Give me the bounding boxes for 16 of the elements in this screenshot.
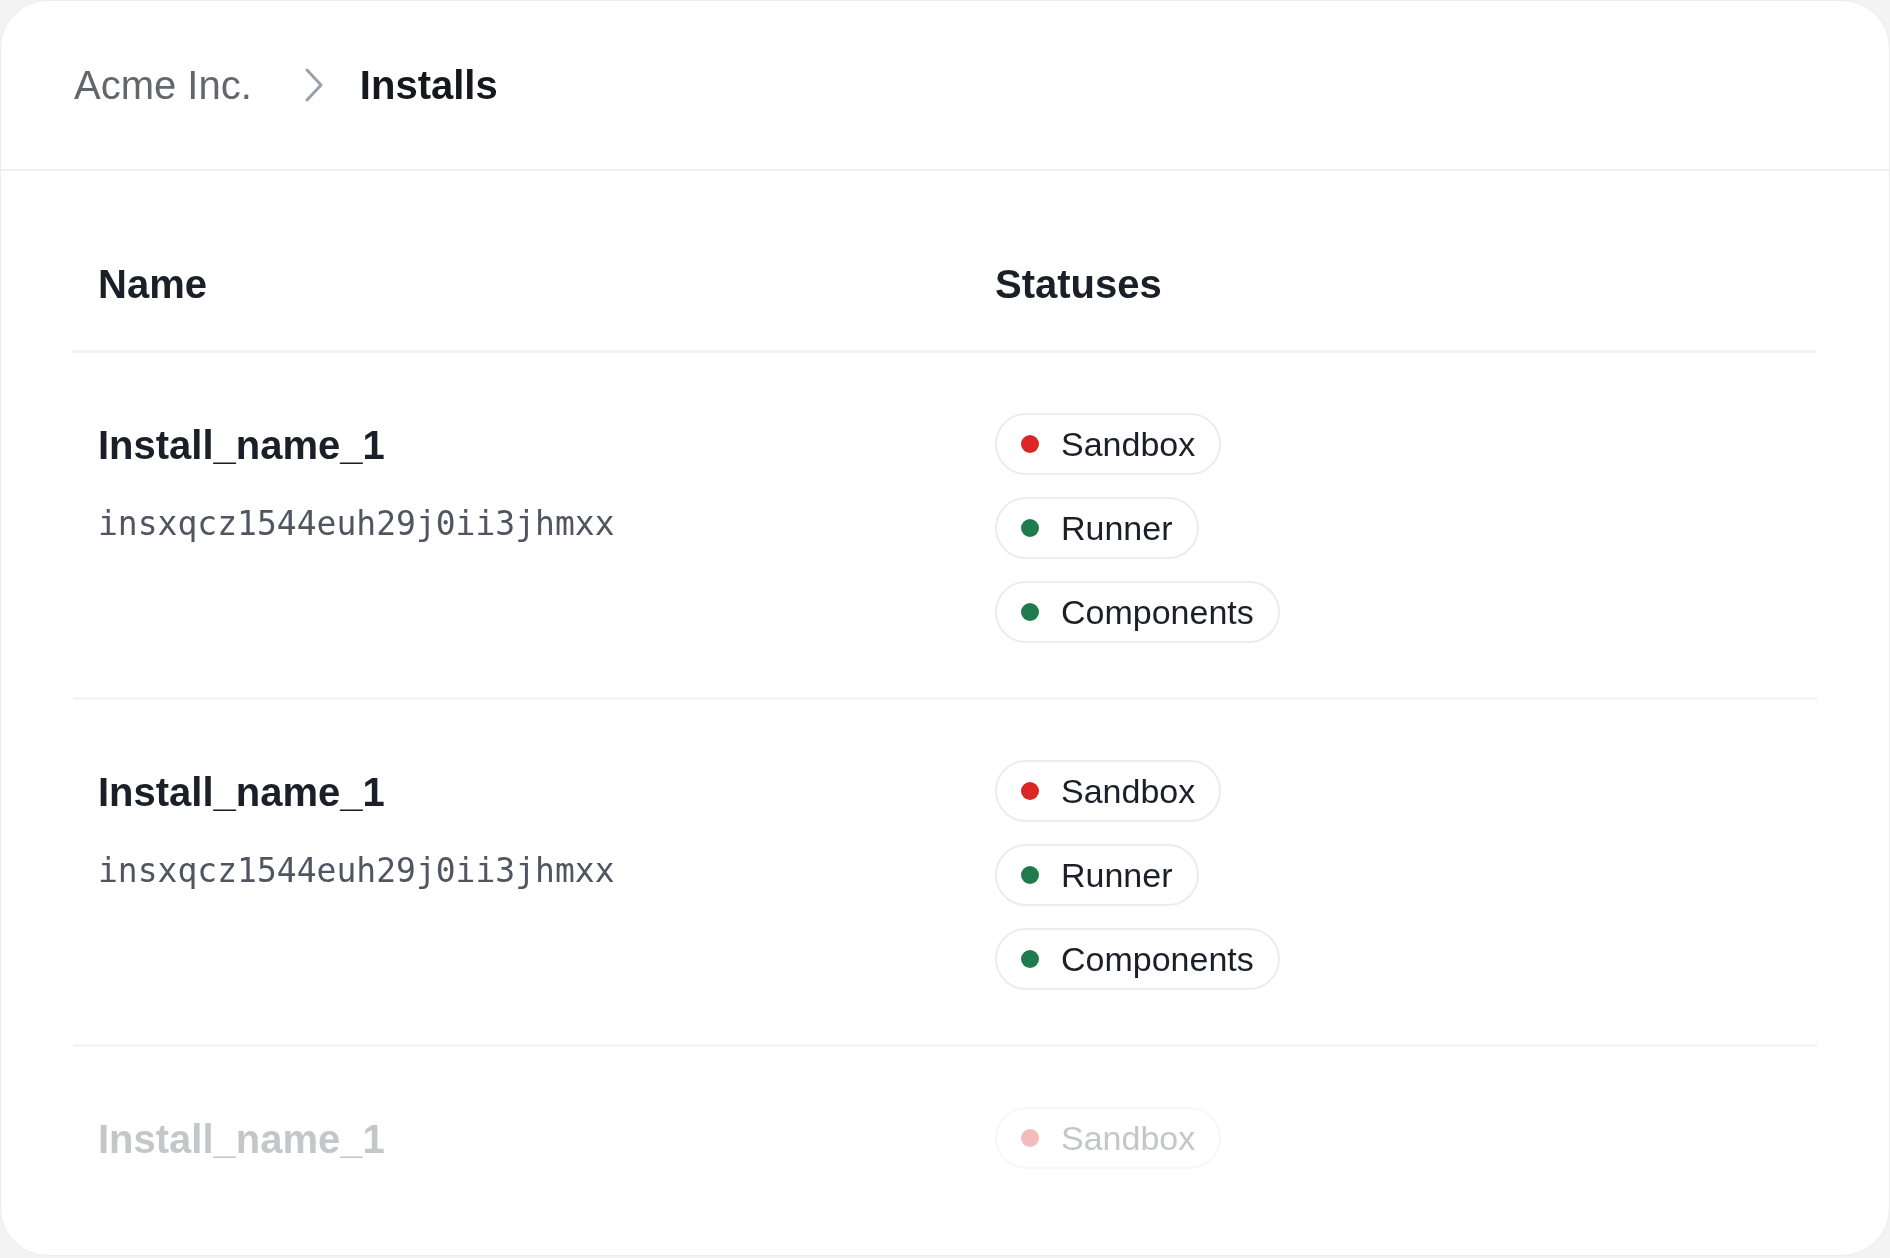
- chevron-right-icon: [303, 67, 324, 103]
- breadcrumb-current: Installs: [359, 62, 498, 108]
- status-label: Sandbox: [1061, 771, 1196, 811]
- install-name[interactable]: Install_name_1: [98, 423, 995, 468]
- column-header: Name: [97, 262, 208, 307]
- status-label: Runner: [1061, 508, 1173, 548]
- column-header: Statuses: [995, 262, 1163, 307]
- breadcrumb-link[interactable]: Acme Inc.: [74, 62, 252, 108]
- status-label: Components: [1061, 939, 1254, 979]
- status-label: Sandbox: [1061, 1118, 1196, 1158]
- status-label: Components: [1061, 592, 1254, 632]
- install-name[interactable]: Install_name_1: [98, 770, 995, 815]
- install-id: insxqcz1544euh29j0ii3jhmxx: [98, 504, 616, 543]
- install-id: insxqcz1544euh29j0ii3jhmxx: [98, 851, 616, 890]
- status-label: Runner: [1061, 855, 1173, 895]
- status-label: Sandbox: [1061, 424, 1196, 464]
